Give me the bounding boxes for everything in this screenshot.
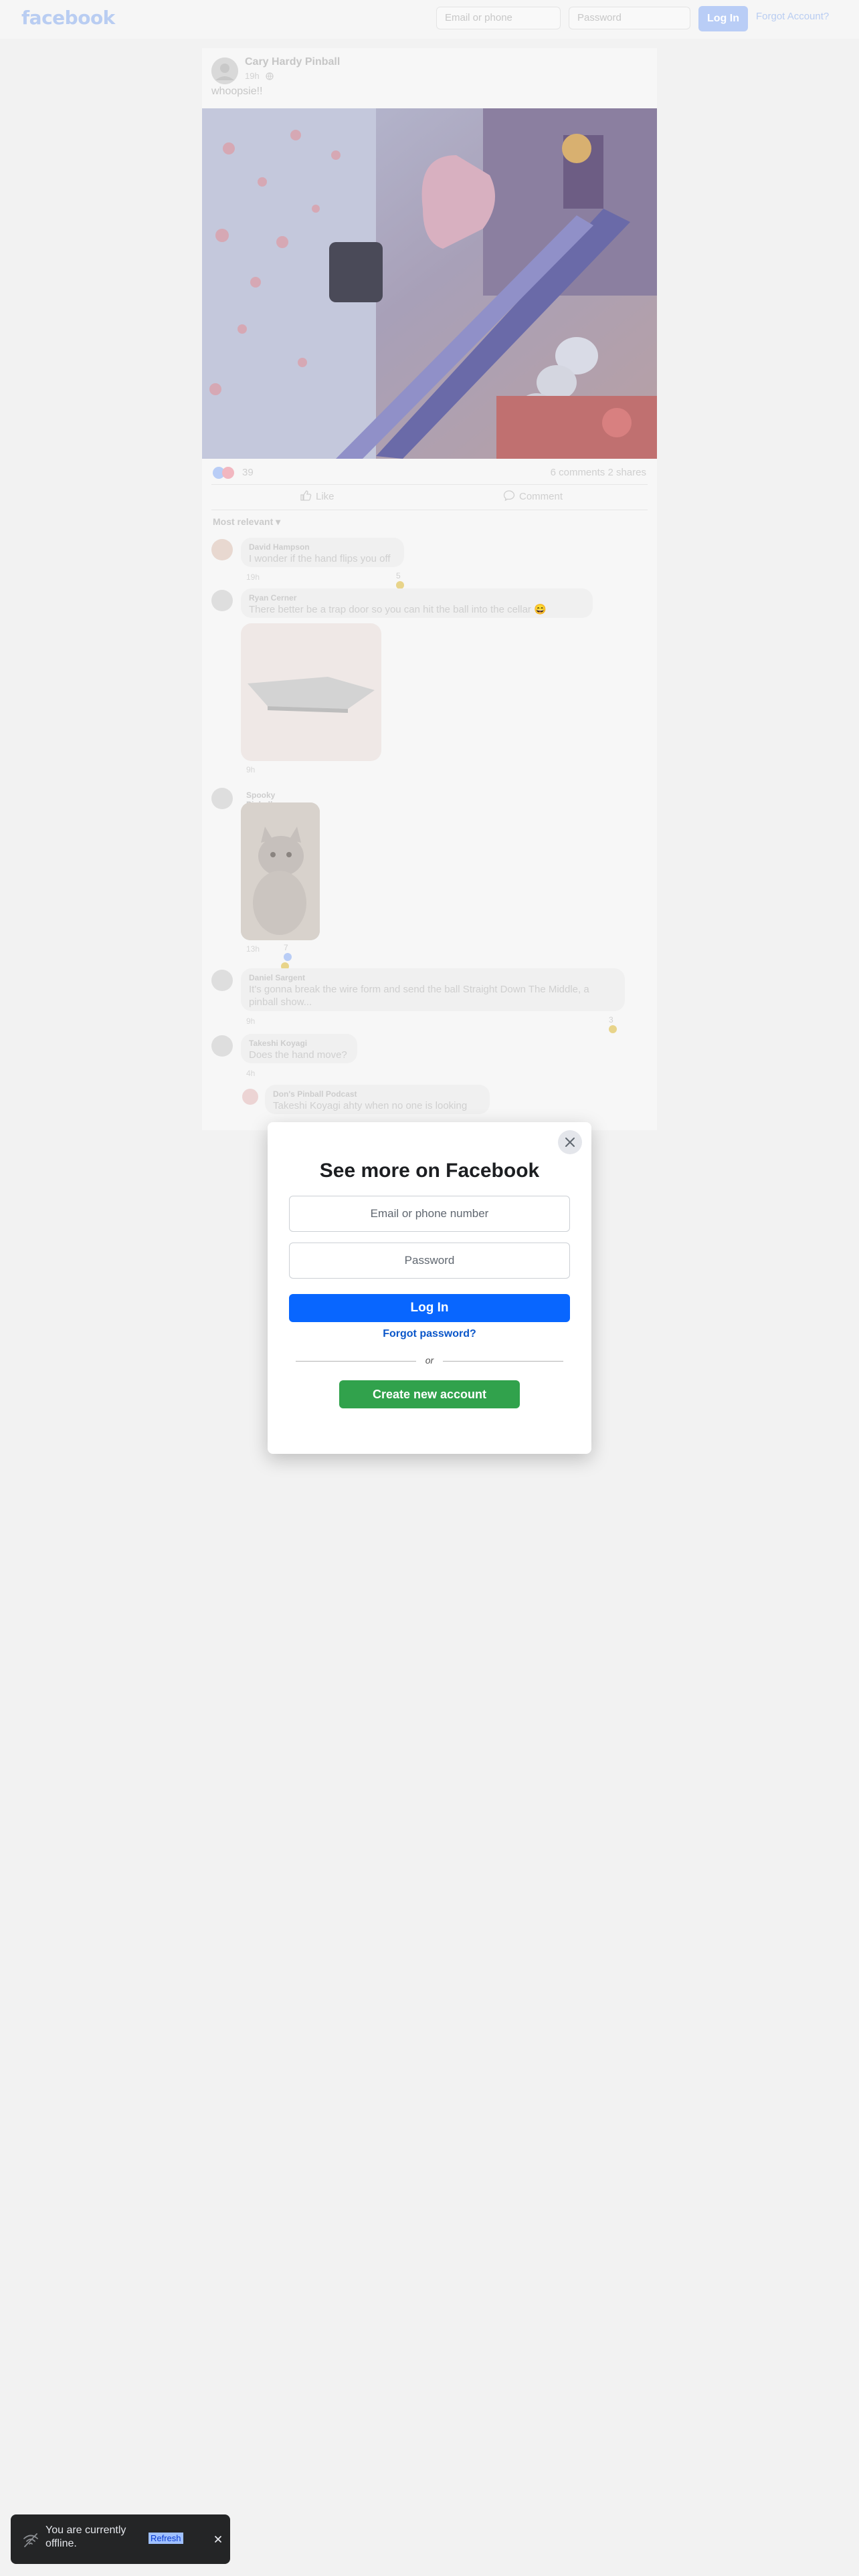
comment-time[interactable]: 19h [246,572,260,582]
sort-label: Most relevant [213,516,274,527]
offline-wifi-icon [21,2531,40,2549]
commenter-avatar[interactable] [211,788,233,809]
comment-text: It's gonna break the wire form and send … [249,984,589,1008]
commenter-name[interactable]: Ryan Cerner [249,593,585,603]
comment-reaction-count: 7 [284,943,288,952]
commenter-name[interactable]: Don's Pinball Podcast [273,1089,482,1099]
comment-time[interactable]: 4h [246,1069,255,1078]
comment-bubble: Daniel Sargent It's gonna break the wire… [241,968,625,1011]
login-button[interactable]: Log In [289,1294,570,1322]
commenter-avatar[interactable] [242,1089,258,1105]
chevron-down-icon: ▾ [276,516,281,527]
reaction-count: 39 [242,467,254,478]
commenter-avatar[interactable] [211,970,233,991]
modal-title: See more on Facebook [319,1160,540,1182]
comment-button[interactable]: Comment [503,490,563,504]
globe-icon [266,72,274,82]
close-button[interactable] [558,1130,582,1154]
facebook-logo[interactable]: facebook [21,7,115,29]
post-image[interactable] [202,108,657,459]
like-icon [300,490,312,504]
like-reaction-icon [284,953,292,961]
refresh-link[interactable]: Refresh [149,2533,183,2544]
comment-attachment-image[interactable] [241,802,320,940]
author-avatar[interactable] [211,58,238,84]
like-button[interactable]: Like [300,490,335,504]
comment-attachment-image[interactable] [241,623,381,761]
comment-sort-dropdown[interactable]: Most relevant ▾ [213,516,280,528]
laugh-reaction-icon [609,1025,617,1033]
comment-reactions[interactable]: 5 [396,571,404,590]
commenter-avatar[interactable] [211,539,233,560]
or-label: or [425,1355,434,1366]
close-icon [215,2536,221,2543]
like-label: Like [316,491,335,502]
offline-message: You are currently offline. [45,2525,126,2549]
commenter-name[interactable]: Takeshi Koyagi [249,1039,349,1049]
comment-text: Does the hand move? [249,1049,347,1061]
post-meta: 19h [245,71,274,82]
comment-bubble: David Hampson I wonder if the hand flips… [241,538,404,567]
post-time[interactable]: 19h [245,71,260,81]
comment-time[interactable]: 9h [246,1016,255,1026]
comment-reaction-count: 5 [396,571,401,580]
comment-reaction-count: 3 [609,1015,613,1025]
email-field[interactable]: Email or phone number [289,1196,570,1232]
top-navigation-bar: facebook Email or phone Password Log In … [0,0,859,39]
commenter-name[interactable]: Daniel Sargent [249,973,617,983]
top-login-button[interactable]: Log In [698,6,748,31]
comment-time[interactable]: 13h [246,944,260,954]
comment-text: I wonder if the hand flips you off [249,553,391,564]
comment-text: There better be a trap door so you can h… [249,604,547,615]
close-icon [565,1138,575,1147]
comment-text: Takeshi Koyagi ahty when no one is looki… [273,1100,468,1111]
comment-icon [503,490,515,504]
commenter-name[interactable]: David Hampson [249,542,396,552]
divider [211,484,648,485]
forgot-account-link[interactable]: Forgot Account? [756,11,829,22]
commenter-avatar[interactable] [211,590,233,611]
comment-reactions[interactable]: 3 [609,1015,617,1034]
comment-bubble: Ryan Cerner There better be a trap door … [241,588,593,618]
commenter-avatar[interactable] [211,1035,233,1057]
top-password-input[interactable]: Password [569,7,690,29]
comment-reactions[interactable]: 7 [281,943,292,971]
comment-time[interactable]: 9h [246,765,255,774]
comment-bubble: Don's Pinball Podcast Takeshi Koyagi aht… [265,1085,490,1114]
comment-label: Comment [519,491,563,502]
top-email-input[interactable]: Email or phone [436,7,561,29]
login-modal: See more on Facebook Email or phone numb… [268,1122,591,1454]
love-reaction-icon [222,467,234,479]
offline-toast: You are currently offline. Refresh [11,2514,230,2564]
or-separator: or [296,1355,563,1368]
post-card: Cary Hardy Pinball 19h whoopsie!! 39 6 c… [202,48,657,1130]
forgot-password-link[interactable]: Forgot password? [268,1328,591,1340]
post-author[interactable]: Cary Hardy Pinball [245,56,340,68]
password-field[interactable]: Password [289,1243,570,1279]
post-stats[interactable]: 6 comments 2 shares [551,467,646,478]
create-account-button[interactable]: Create new account [339,1380,520,1408]
comment-bubble: Takeshi Koyagi Does the hand move? [241,1034,357,1063]
post-text: whoopsie!! [211,86,263,97]
close-toast-button[interactable] [210,2531,226,2547]
